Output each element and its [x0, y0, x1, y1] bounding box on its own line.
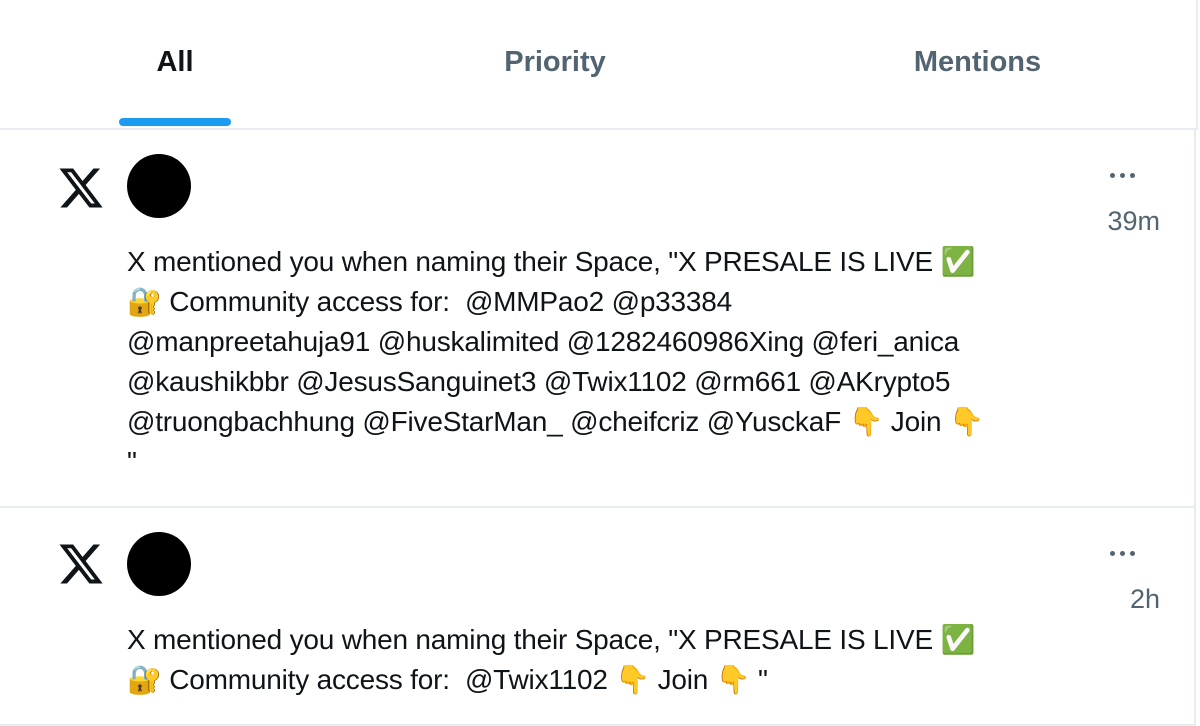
active-tab-indicator — [119, 118, 231, 126]
tab-mentions[interactable]: Mentions — [800, 0, 1155, 128]
x-logo-icon — [59, 544, 103, 584]
notification-tabs: All Priority Mentions — [0, 0, 1198, 130]
notification-item[interactable]: 39m X mentioned you when naming their Sp… — [0, 130, 1196, 508]
timestamp: 39m — [1107, 206, 1160, 236]
avatar[interactable] — [127, 532, 191, 596]
notification-text: X mentioned you when naming their Space,… — [127, 246, 984, 477]
avatar[interactable] — [127, 154, 191, 218]
more-options-icon[interactable] — [1102, 543, 1142, 563]
notification-item[interactable]: 2h X mentioned you when naming their Spa… — [0, 508, 1196, 726]
tab-priority[interactable]: Priority — [380, 0, 730, 128]
more-options-icon[interactable] — [1102, 165, 1142, 185]
tab-all[interactable]: All — [0, 0, 350, 128]
x-logo-icon — [59, 168, 103, 208]
timestamp: 2h — [1129, 584, 1160, 614]
notification-text: X mentioned you when naming their Space,… — [127, 624, 976, 695]
